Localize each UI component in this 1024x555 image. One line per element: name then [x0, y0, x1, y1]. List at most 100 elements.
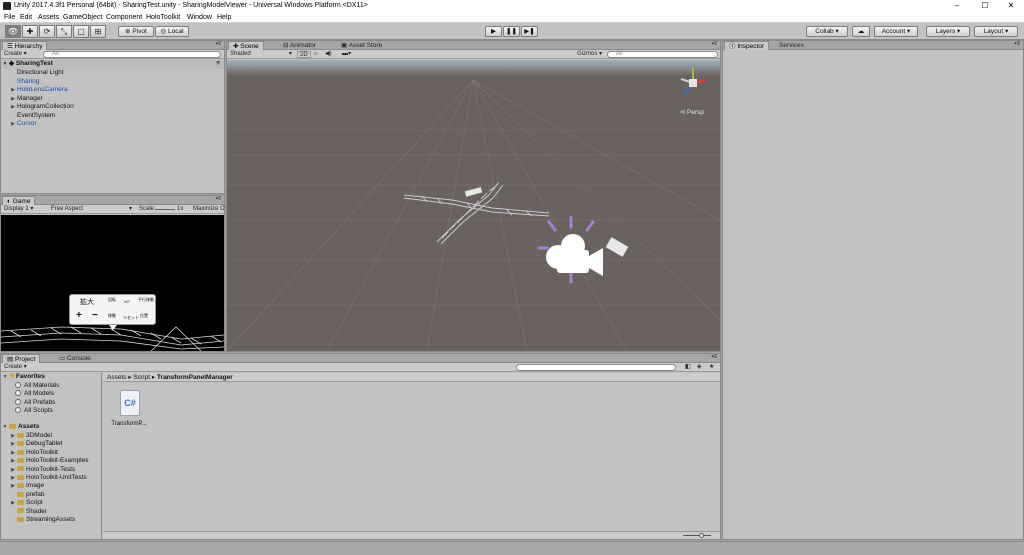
- 2d-toggle[interactable]: 2D: [297, 51, 311, 58]
- panel-menu-icon[interactable]: ▪≡: [215, 196, 221, 203]
- menu-edit[interactable]: Edit: [20, 14, 32, 21]
- icon-size-slider[interactable]: [683, 535, 711, 536]
- favorite-star-icon[interactable]: ★: [709, 364, 714, 371]
- orientation-gizmo-icon[interactable]: [676, 66, 710, 100]
- project-search-input[interactable]: [516, 364, 676, 371]
- audio-toggle-icon[interactable]: ◀): [325, 51, 332, 58]
- menu-file[interactable]: File: [4, 14, 15, 21]
- expand-arrow-icon[interactable]: ▶: [9, 474, 17, 483]
- aspect-dropdown[interactable]: Free Aspect: [51, 206, 83, 213]
- minimize-button[interactable]: –: [944, 0, 970, 12]
- hierarchy-item[interactable]: ▶ Cursor: [9, 120, 36, 129]
- tab-services[interactable]: Services: [775, 41, 808, 50]
- assets-root-row[interactable]: ▼ Assets: [1, 423, 40, 432]
- hierarchy-item[interactable]: ▶ Manager: [9, 95, 43, 104]
- game-view[interactable]: 拡大 + − 回転 ±0° 平行移動 移動 リセット 位置: [1, 215, 224, 351]
- lighting-toggle-icon[interactable]: ☼: [313, 51, 319, 58]
- maximize-button[interactable]: ☐: [972, 0, 998, 12]
- favorite-item[interactable]: All Prefabs: [15, 399, 55, 408]
- menu-help[interactable]: Help: [217, 14, 231, 21]
- hierarchy-search-input[interactable]: All: [43, 51, 221, 58]
- expand-arrow-icon[interactable]: ▶: [9, 466, 17, 475]
- script-asset-item[interactable]: C# TransformP...: [109, 390, 149, 434]
- scene-view[interactable]: ⊲ Persp: [227, 60, 720, 351]
- favorite-item[interactable]: All Models: [15, 390, 54, 399]
- folder-item[interactable]: ▶ DebugTablet: [9, 440, 62, 449]
- hierarchy-item[interactable]: Sharing: [9, 78, 39, 87]
- pivot-toggle[interactable]: ⊕ Pivot: [118, 26, 154, 37]
- breadcrumb-current[interactable]: TransformPanelManager: [157, 374, 233, 381]
- tab-inspector[interactable]: ⓘ Inspector: [724, 41, 770, 50]
- layout-dropdown[interactable]: Layout ▾: [974, 26, 1018, 37]
- hand-tool-icon[interactable]: 👁: [5, 25, 21, 38]
- menu-gameobject[interactable]: GameObject: [63, 14, 102, 21]
- folder-item[interactable]: ▶ HoloToolkit-UnitTests: [9, 474, 87, 483]
- folder-item[interactable]: ▶ 3DModel: [9, 432, 52, 441]
- expand-arrow-icon[interactable]: ▶: [9, 86, 17, 95]
- account-dropdown[interactable]: Account ▾: [874, 26, 918, 37]
- expand-arrow-icon[interactable]: ▶: [9, 120, 17, 129]
- tab-project[interactable]: ▤ Project: [2, 354, 41, 363]
- folder-item[interactable]: ▶ HoloToolkit: [9, 449, 58, 458]
- expand-arrow-icon[interactable]: ▶: [9, 103, 17, 112]
- aspect-dropdown-arrow-icon[interactable]: ▾: [129, 206, 132, 213]
- play-button[interactable]: ▶: [485, 26, 502, 37]
- effects-dropdown-icon[interactable]: ▬▾: [342, 51, 351, 58]
- move-tool-icon[interactable]: ✚: [22, 25, 38, 38]
- menu-window[interactable]: Window: [187, 14, 212, 21]
- panel-menu-icon[interactable]: ▪≡: [1014, 41, 1020, 48]
- project-create-dropdown[interactable]: Create ▾: [4, 364, 27, 371]
- folder-item[interactable]: prefab: [9, 491, 44, 500]
- menu-holotoolkit[interactable]: HoloToolkit: [146, 14, 180, 21]
- scale-tool-icon[interactable]: ⤡: [56, 25, 72, 38]
- collab-button[interactable]: Collab ▾: [806, 26, 848, 37]
- zoom-in-button[interactable]: +: [76, 310, 82, 321]
- panel-menu-icon[interactable]: ▪≡: [215, 41, 221, 48]
- tab-scene[interactable]: ✚ Scene: [228, 41, 264, 50]
- step-button[interactable]: ▶❚: [521, 26, 538, 37]
- close-button[interactable]: ✕: [998, 0, 1024, 12]
- expand-arrow-icon[interactable]: ▶: [9, 449, 17, 458]
- scene-menu-icon[interactable]: ≡: [216, 60, 220, 69]
- menu-assets[interactable]: Assets: [38, 14, 59, 21]
- tab-hierarchy[interactable]: ☰ Hierarchy: [2, 41, 48, 50]
- local-toggle[interactable]: ◎ Local: [155, 26, 189, 37]
- folder-item[interactable]: ▶ Script: [9, 499, 43, 508]
- persp-label[interactable]: ⊲ Persp: [680, 108, 704, 116]
- scale-slider[interactable]: [155, 206, 175, 210]
- rotate-tool-icon[interactable]: ⟳: [39, 25, 55, 38]
- folder-item[interactable]: StreamingAssets: [9, 516, 75, 525]
- cloud-icon[interactable]: ☁: [852, 26, 870, 37]
- scene-search-input[interactable]: All: [607, 51, 718, 58]
- maximize-on-play-toggle[interactable]: Maximize O: [193, 206, 225, 213]
- tab-console[interactable]: ▭ Console: [55, 354, 95, 363]
- angle-button[interactable]: ±0°: [124, 299, 130, 304]
- filter-label-icon[interactable]: ◈: [697, 364, 702, 371]
- tablet-object[interactable]: [604, 236, 630, 258]
- zoom-out-button[interactable]: −: [92, 310, 98, 321]
- breadcrumb-assets[interactable]: Assets: [107, 374, 127, 381]
- camera-gizmo-icon[interactable]: [537, 215, 603, 284]
- panel-menu-icon[interactable]: ▪≡: [711, 354, 717, 361]
- pause-button[interactable]: ❚❚: [503, 26, 520, 37]
- hierarchy-item[interactable]: ▶ HoloLensCamera: [9, 86, 68, 95]
- canvas-panel-object[interactable]: [464, 186, 483, 198]
- tab-asset-store[interactable]: ▣ Asset Store: [337, 41, 386, 50]
- tab-animator[interactable]: ⊟ Animator: [279, 41, 320, 50]
- expand-arrow-icon[interactable]: ▶: [9, 432, 17, 441]
- rect-tool-icon[interactable]: ▢: [73, 25, 89, 38]
- display-dropdown[interactable]: Display 1 ▾: [4, 206, 33, 213]
- gizmos-dropdown[interactable]: Gizmos ▾: [577, 51, 602, 58]
- hierarchy-item[interactable]: ▶ HologramCollection: [9, 103, 74, 112]
- tab-game[interactable]: ◐ Game: [2, 196, 36, 205]
- favorite-item[interactable]: All Materials: [15, 382, 59, 391]
- move-button[interactable]: 移動: [108, 313, 116, 319]
- expand-arrow-icon[interactable]: ▶: [9, 457, 17, 466]
- expand-arrow-icon[interactable]: ▶: [9, 482, 17, 491]
- rotate-button[interactable]: 回転: [108, 297, 116, 303]
- menu-component[interactable]: Component: [106, 14, 142, 21]
- folder-item[interactable]: ▶ Image: [9, 482, 44, 491]
- expand-arrow-icon[interactable]: ▶: [9, 95, 17, 104]
- icon-size-slider-thumb[interactable]: [699, 533, 704, 538]
- folder-item[interactable]: Shader: [9, 508, 47, 517]
